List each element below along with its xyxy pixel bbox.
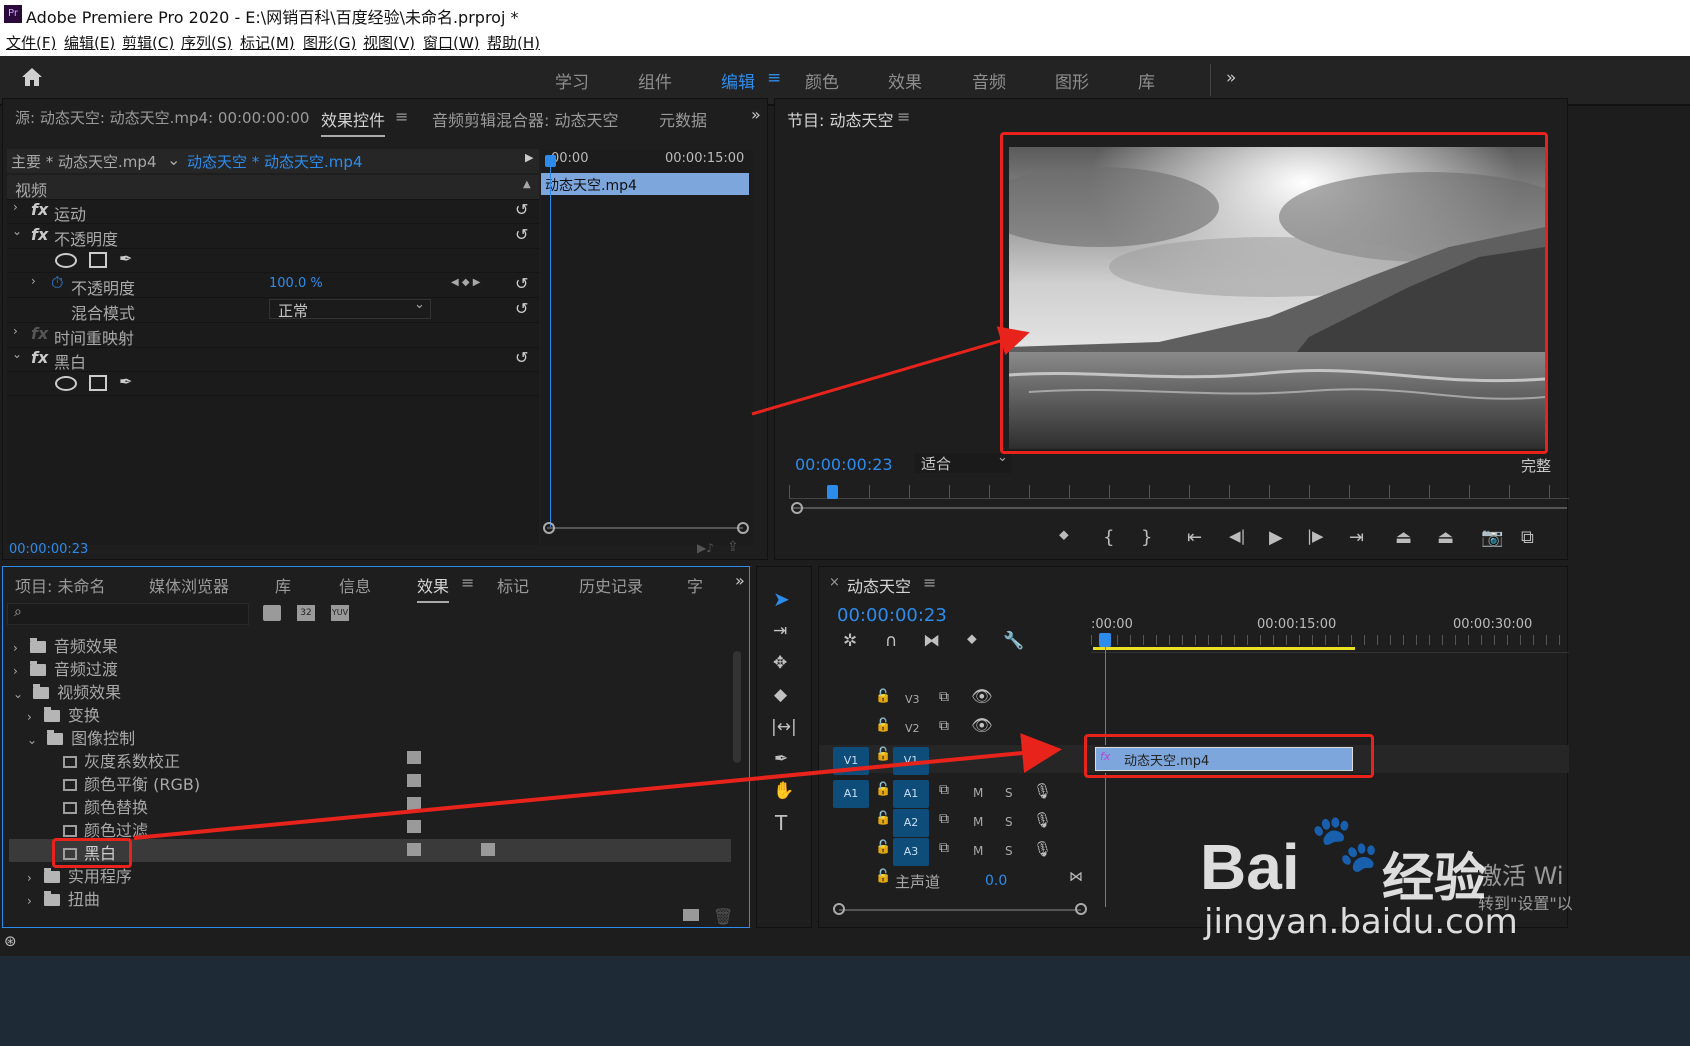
activation-text: 激活 Wi	[1478, 862, 1564, 890]
activation-subtext: 转到"设置"以	[1478, 894, 1573, 913]
watermark-brand-cn: 经验	[1382, 849, 1487, 909]
watermark-brand: Bai	[1200, 831, 1300, 903]
watermark-url: jingyan.baidu.com	[1204, 902, 1518, 942]
paw-icon: 🐾	[1310, 811, 1380, 876]
watermark: Bai 🐾 经验 jingyan.baidu.com 激活 Wi 转到"设置"以	[1200, 810, 1690, 950]
arrow-to-program	[751, 326, 1030, 416]
arrow-to-clip	[133, 733, 1062, 840]
